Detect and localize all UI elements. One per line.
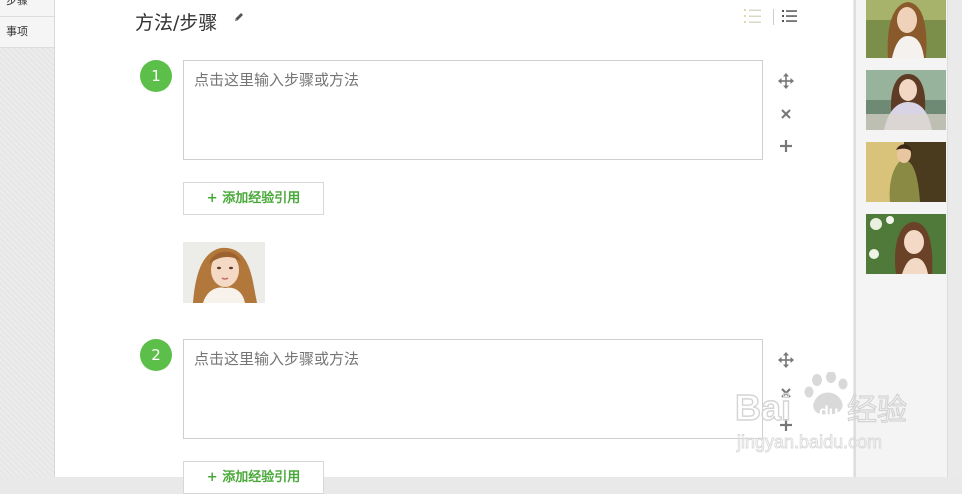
nav-item-steps[interactable]: 步骤: [0, 0, 54, 17]
close-icon[interactable]: [777, 105, 795, 123]
watermark-product: 经验: [847, 393, 907, 428]
divider: [773, 9, 774, 25]
step-input[interactable]: [183, 339, 763, 439]
pencil-icon[interactable]: [233, 11, 245, 23]
numbered-list-icon[interactable]: [743, 7, 765, 27]
add-reference-button[interactable]: + 添加经验引用: [183, 461, 324, 494]
nav-item-notes[interactable]: 事项: [0, 17, 54, 48]
step-image-thumbnail[interactable]: [183, 242, 265, 303]
step-number-badge: 2: [140, 339, 172, 371]
sidebar-thumbnail[interactable]: [866, 70, 946, 130]
sidebar-thumbnail[interactable]: [866, 214, 946, 274]
sidebar-thumbnail[interactable]: [866, 142, 946, 202]
step-input[interactable]: [183, 60, 763, 160]
bullet-list-icon[interactable]: [780, 7, 800, 27]
move-icon[interactable]: [777, 351, 795, 369]
sidebar-thumbnail[interactable]: [866, 0, 946, 58]
add-reference-button[interactable]: + 添加经验引用: [183, 182, 324, 215]
editor-main: 方法/步骤 1 + 添加经验引用: [55, 0, 853, 494]
left-nav: 步骤 事项: [0, 0, 55, 477]
nav-item-label: 步骤: [6, 0, 28, 7]
watermark-brand-suffix: du: [819, 404, 839, 421]
step-number-badge: 1: [140, 60, 172, 92]
nav-item-label: 事项: [6, 25, 28, 38]
watermark-brand: Bai: [735, 387, 791, 428]
move-icon[interactable]: [777, 72, 795, 90]
scrollbar[interactable]: [947, 0, 962, 477]
plus-icon[interactable]: [777, 137, 795, 155]
baidu-jingyan-watermark: Bai du 经验 jingyan.baidu.com: [734, 371, 915, 466]
watermark-url: jingyan.baidu.com: [736, 432, 882, 452]
section-title: 方法/步骤: [135, 12, 218, 34]
